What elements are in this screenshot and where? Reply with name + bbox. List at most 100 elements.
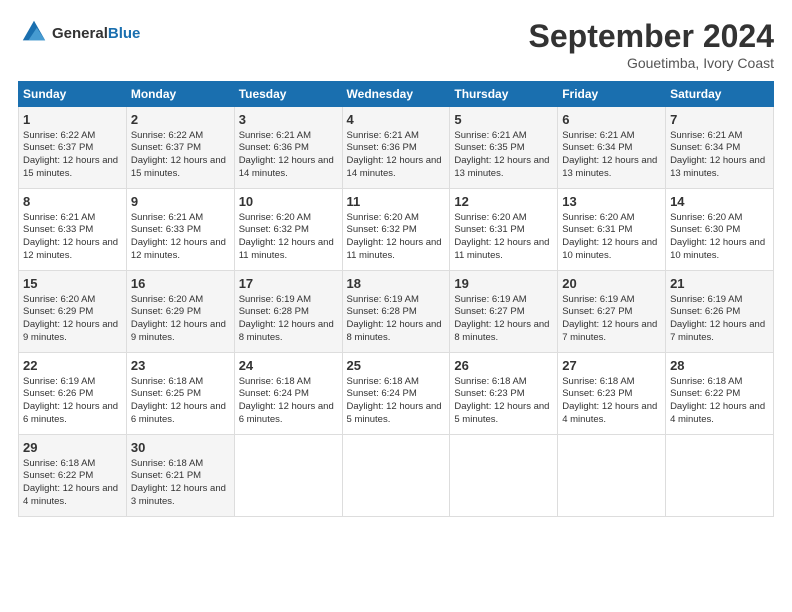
calendar-cell: 6Sunrise: 6:21 AMSunset: 6:34 PMDaylight… [558, 107, 666, 189]
sunrise-text: Sunrise: 6:20 AM [347, 212, 446, 225]
daylight-text: Daylight: 12 hours and 11 minutes. [454, 237, 553, 263]
calendar-cell: 7Sunrise: 6:21 AMSunset: 6:34 PMDaylight… [666, 107, 774, 189]
day-number: 30 [131, 439, 230, 457]
calendar-cell: 21Sunrise: 6:19 AMSunset: 6:26 PMDayligh… [666, 271, 774, 353]
day-number: 20 [562, 275, 661, 293]
daylight-text: Daylight: 12 hours and 5 minutes. [347, 401, 446, 427]
daylight-text: Daylight: 12 hours and 4 minutes. [670, 401, 769, 427]
sunset-text: Sunset: 6:37 PM [131, 142, 230, 155]
sunrise-text: Sunrise: 6:22 AM [131, 130, 230, 143]
calendar-cell: 1Sunrise: 6:22 AMSunset: 6:37 PMDaylight… [19, 107, 127, 189]
day-number: 24 [239, 357, 338, 375]
day-number: 16 [131, 275, 230, 293]
logo-icon [20, 18, 48, 46]
day-number: 14 [670, 193, 769, 211]
sunset-text: Sunset: 6:24 PM [239, 388, 338, 401]
sunrise-text: Sunrise: 6:18 AM [131, 376, 230, 389]
calendar-cell [450, 435, 558, 517]
sunrise-text: Sunrise: 6:21 AM [131, 212, 230, 225]
day-number: 26 [454, 357, 553, 375]
calendar-cell: 22Sunrise: 6:19 AMSunset: 6:26 PMDayligh… [19, 353, 127, 435]
col-header-tuesday: Tuesday [234, 82, 342, 107]
daylight-text: Daylight: 12 hours and 14 minutes. [239, 155, 338, 181]
calendar-cell: 17Sunrise: 6:19 AMSunset: 6:28 PMDayligh… [234, 271, 342, 353]
day-number: 13 [562, 193, 661, 211]
day-number: 28 [670, 357, 769, 375]
sunrise-text: Sunrise: 6:19 AM [239, 294, 338, 307]
sunrise-text: Sunrise: 6:19 AM [562, 294, 661, 307]
calendar-cell: 20Sunrise: 6:19 AMSunset: 6:27 PMDayligh… [558, 271, 666, 353]
logo-blue: Blue [108, 25, 141, 42]
calendar-cell: 16Sunrise: 6:20 AMSunset: 6:29 PMDayligh… [126, 271, 234, 353]
week-row-2: 8Sunrise: 6:21 AMSunset: 6:33 PMDaylight… [19, 189, 774, 271]
calendar-cell: 4Sunrise: 6:21 AMSunset: 6:36 PMDaylight… [342, 107, 450, 189]
sunrise-text: Sunrise: 6:19 AM [347, 294, 446, 307]
sunset-text: Sunset: 6:29 PM [23, 306, 122, 319]
calendar-cell: 8Sunrise: 6:21 AMSunset: 6:33 PMDaylight… [19, 189, 127, 271]
daylight-text: Daylight: 12 hours and 10 minutes. [670, 237, 769, 263]
day-number: 7 [670, 111, 769, 129]
daylight-text: Daylight: 12 hours and 6 minutes. [23, 401, 122, 427]
sunrise-text: Sunrise: 6:20 AM [131, 294, 230, 307]
sunrise-text: Sunrise: 6:19 AM [23, 376, 122, 389]
sunset-text: Sunset: 6:28 PM [239, 306, 338, 319]
daylight-text: Daylight: 12 hours and 5 minutes. [454, 401, 553, 427]
daylight-text: Daylight: 12 hours and 10 minutes. [562, 237, 661, 263]
day-number: 27 [562, 357, 661, 375]
sunset-text: Sunset: 6:25 PM [131, 388, 230, 401]
day-number: 23 [131, 357, 230, 375]
day-number: 4 [347, 111, 446, 129]
sunset-text: Sunset: 6:22 PM [670, 388, 769, 401]
daylight-text: Daylight: 12 hours and 9 minutes. [23, 319, 122, 345]
day-number: 12 [454, 193, 553, 211]
week-row-5: 29Sunrise: 6:18 AMSunset: 6:22 PMDayligh… [19, 435, 774, 517]
calendar-cell: 2Sunrise: 6:22 AMSunset: 6:37 PMDaylight… [126, 107, 234, 189]
daylight-text: Daylight: 12 hours and 8 minutes. [239, 319, 338, 345]
daylight-text: Daylight: 12 hours and 6 minutes. [131, 401, 230, 427]
daylight-text: Daylight: 12 hours and 8 minutes. [347, 319, 446, 345]
sunset-text: Sunset: 6:31 PM [454, 224, 553, 237]
calendar-cell: 12Sunrise: 6:20 AMSunset: 6:31 PMDayligh… [450, 189, 558, 271]
day-number: 6 [562, 111, 661, 129]
sunrise-text: Sunrise: 6:20 AM [23, 294, 122, 307]
day-number: 11 [347, 193, 446, 211]
calendar-cell: 23Sunrise: 6:18 AMSunset: 6:25 PMDayligh… [126, 353, 234, 435]
daylight-text: Daylight: 12 hours and 12 minutes. [23, 237, 122, 263]
sunrise-text: Sunrise: 6:22 AM [23, 130, 122, 143]
day-number: 29 [23, 439, 122, 457]
sunrise-text: Sunrise: 6:20 AM [239, 212, 338, 225]
calendar-cell: 19Sunrise: 6:19 AMSunset: 6:27 PMDayligh… [450, 271, 558, 353]
sunrise-text: Sunrise: 6:19 AM [454, 294, 553, 307]
day-number: 18 [347, 275, 446, 293]
sunset-text: Sunset: 6:34 PM [670, 142, 769, 155]
sunset-text: Sunset: 6:35 PM [454, 142, 553, 155]
calendar-cell [234, 435, 342, 517]
calendar-cell [666, 435, 774, 517]
col-header-saturday: Saturday [666, 82, 774, 107]
calendar-cell: 25Sunrise: 6:18 AMSunset: 6:24 PMDayligh… [342, 353, 450, 435]
sunrise-text: Sunrise: 6:20 AM [670, 212, 769, 225]
sunset-text: Sunset: 6:24 PM [347, 388, 446, 401]
calendar-cell: 9Sunrise: 6:21 AMSunset: 6:33 PMDaylight… [126, 189, 234, 271]
calendar-cell: 14Sunrise: 6:20 AMSunset: 6:30 PMDayligh… [666, 189, 774, 271]
day-number: 22 [23, 357, 122, 375]
sunrise-text: Sunrise: 6:21 AM [23, 212, 122, 225]
daylight-text: Daylight: 12 hours and 11 minutes. [239, 237, 338, 263]
daylight-text: Daylight: 12 hours and 13 minutes. [670, 155, 769, 181]
calendar-cell: 15Sunrise: 6:20 AMSunset: 6:29 PMDayligh… [19, 271, 127, 353]
daylight-text: Daylight: 12 hours and 11 minutes. [347, 237, 446, 263]
daylight-text: Daylight: 12 hours and 12 minutes. [131, 237, 230, 263]
week-row-4: 22Sunrise: 6:19 AMSunset: 6:26 PMDayligh… [19, 353, 774, 435]
sunrise-text: Sunrise: 6:18 AM [562, 376, 661, 389]
month-title: September 2024 [529, 18, 774, 55]
daylight-text: Daylight: 12 hours and 3 minutes. [131, 483, 230, 509]
page: GeneralBlue September 2024 Gouetimba, Iv… [0, 0, 792, 612]
daylight-text: Daylight: 12 hours and 6 minutes. [239, 401, 338, 427]
calendar-cell: 5Sunrise: 6:21 AMSunset: 6:35 PMDaylight… [450, 107, 558, 189]
sunrise-text: Sunrise: 6:20 AM [454, 212, 553, 225]
location: Gouetimba, Ivory Coast [529, 55, 774, 71]
calendar-cell: 13Sunrise: 6:20 AMSunset: 6:31 PMDayligh… [558, 189, 666, 271]
col-header-sunday: Sunday [19, 82, 127, 107]
sunrise-text: Sunrise: 6:21 AM [562, 130, 661, 143]
sunset-text: Sunset: 6:23 PM [454, 388, 553, 401]
